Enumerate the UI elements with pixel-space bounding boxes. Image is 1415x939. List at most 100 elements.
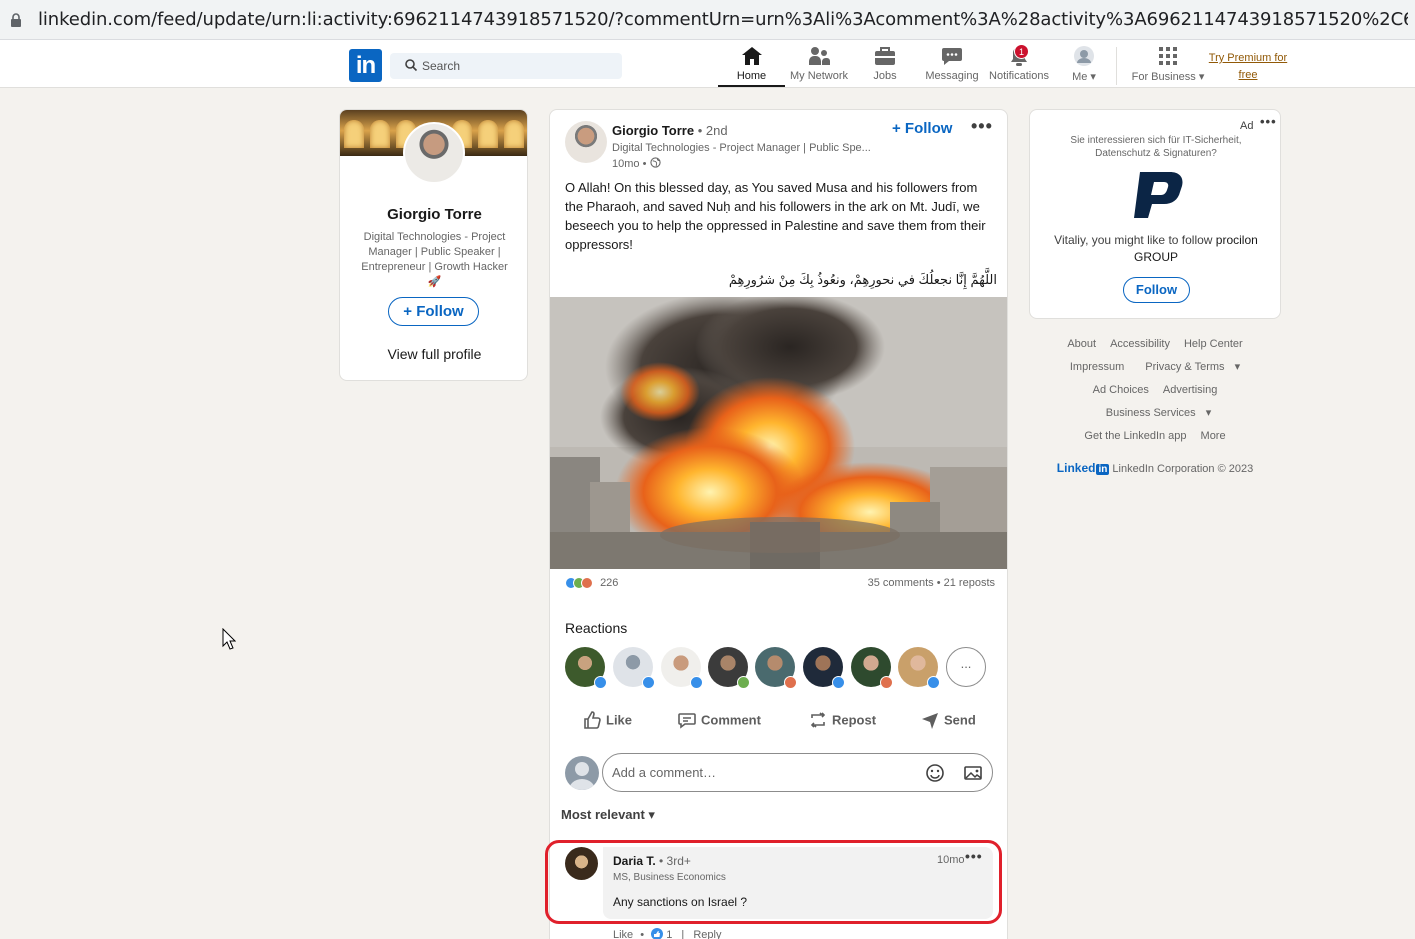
search-bar[interactable] [390, 53, 622, 79]
nav-messaging[interactable]: Messaging [922, 45, 982, 87]
nav-for-business[interactable]: For Business ▾ [1128, 45, 1208, 87]
footer-ad-choices[interactable]: Ad Choices [1093, 384, 1149, 396]
send-icon [922, 713, 938, 729]
footer-business-services[interactable]: Business Services ▾ [1099, 407, 1211, 419]
repost-icon [810, 712, 826, 728]
nav-business-label: For Business ▾ [1131, 71, 1205, 83]
nav-me-label: Me ▾ [1072, 71, 1096, 83]
post-follow-button[interactable]: + Follow [892, 120, 952, 137]
search-icon [405, 59, 418, 72]
nav-notifications[interactable]: 1 Notifications [986, 44, 1052, 87]
ad-follow-button[interactable]: Follow [1123, 277, 1190, 303]
comment-input[interactable] [612, 754, 912, 791]
footer-get-app[interactable]: Get the LinkedIn app [1084, 430, 1186, 442]
reactor-avatar[interactable] [803, 647, 845, 689]
footer-privacy-terms[interactable]: Privacy & Terms ▾ [1138, 361, 1240, 373]
image-icon[interactable] [963, 763, 983, 783]
nav-home[interactable]: Home [718, 45, 785, 87]
current-user-avatar [565, 756, 599, 790]
comments-reposts-count[interactable]: 35 comments • 21 reposts [868, 577, 995, 589]
profile-avatar[interactable] [403, 122, 465, 184]
post-text: O Allah! On this blessed day, as You sav… [565, 180, 986, 252]
user-avatar-icon [1074, 46, 1094, 66]
profile-follow-button[interactable]: + Follow [388, 297, 479, 326]
url-text[interactable]: linkedin.com/feed/update/urn:li:activity… [38, 9, 1408, 30]
search-input[interactable] [422, 53, 617, 79]
browser-url-bar[interactable]: linkedin.com/feed/update/urn:li:activity… [0, 0, 1415, 40]
comment-actions: Like • 1 | Reply [613, 928, 722, 939]
more-reactors-button[interactable]: ... [946, 647, 986, 687]
reaction-count[interactable]: 226 [600, 577, 618, 589]
post-author-avatar[interactable] [565, 121, 607, 163]
footer-advertising[interactable]: Advertising [1163, 384, 1217, 396]
globe-icon [649, 157, 661, 168]
comment-like-count[interactable]: 1 [666, 929, 672, 939]
nav-divider [1116, 47, 1117, 85]
nav-jobs[interactable]: Jobs [864, 45, 906, 87]
briefcase-icon [875, 47, 895, 65]
nav-home-label: Home [736, 70, 767, 82]
ad-question: Sie interessieren sich für IT-Sicherheit… [1070, 135, 1242, 159]
view-full-profile-link[interactable]: View full profile [340, 346, 527, 362]
reactor-avatar[interactable] [898, 647, 940, 689]
thumbs-up-icon [584, 711, 601, 729]
ad-card: Ad ••• Sie interessieren sich für IT-Sic… [1029, 109, 1281, 319]
comment-reply-button[interactable]: Reply [693, 929, 721, 939]
reactor-avatar[interactable] [755, 647, 797, 689]
home-icon [741, 47, 762, 65]
footer-copyright: Linked in LinkedIn Corporation © 2023 [1056, 461, 1254, 475]
footer-impressum[interactable]: Impressum [1070, 361, 1124, 373]
post-author-name[interactable]: Giorgio Torre • 2nd [612, 123, 728, 138]
mouse-cursor-icon [222, 628, 236, 650]
nav-me[interactable]: Me ▾ [1066, 45, 1102, 87]
comment-button[interactable]: Comment [677, 710, 761, 734]
footer-about[interactable]: About [1067, 338, 1096, 350]
post-image[interactable] [550, 297, 1007, 569]
notification-badge: 1 [1014, 44, 1029, 59]
reaction-summary[interactable]: 226 [565, 577, 618, 590]
comment-like-button[interactable]: Like [613, 929, 633, 939]
reactor-avatar[interactable] [565, 647, 607, 689]
post-author-degree: • 2nd [694, 123, 728, 138]
comment-input-box[interactable] [602, 753, 993, 792]
nav-notifications-label: Notifications [989, 70, 1049, 82]
messaging-icon [942, 48, 962, 65]
post-card: Giorgio Torre • 2nd Digital Technologies… [549, 109, 1008, 939]
ad-text: Vitaliy, you might like to follow procil… [1054, 233, 1258, 264]
reactions-heading: Reactions [565, 620, 628, 636]
profile-name[interactable]: Giorgio Torre [340, 206, 527, 223]
network-icon [809, 47, 830, 65]
nav-jobs-label: Jobs [873, 70, 897, 82]
comment-icon [678, 713, 696, 729]
author-profile-card: Giorgio Torre Digital Technologies - Pro… [339, 109, 528, 381]
explosion-photo [550, 297, 1007, 569]
procilon-logo[interactable] [1128, 170, 1184, 220]
post-timestamp: 10mo • [612, 157, 661, 170]
highlighted-comment-outline [545, 840, 1002, 924]
linkedin-logo[interactable]: in [349, 49, 382, 82]
reactor-avatar[interactable] [708, 647, 750, 689]
post-more-icon[interactable]: ••• [971, 116, 993, 137]
nav-network-label: My Network [789, 70, 849, 82]
reactor-avatar[interactable] [613, 647, 655, 689]
profile-headline: Digital Technologies - Project Manager |… [361, 231, 508, 288]
send-button[interactable]: Send [920, 710, 976, 734]
nav-messaging-label: Messaging [925, 70, 979, 82]
sort-comments-dropdown[interactable]: Most relevant ▾ [561, 807, 655, 823]
like-button[interactable]: Like [582, 710, 632, 734]
repost-button[interactable]: Repost [808, 710, 876, 734]
reactor-avatar[interactable] [851, 647, 893, 689]
grid-icon [1159, 47, 1177, 65]
footer-accessibility[interactable]: Accessibility [1110, 338, 1170, 350]
footer-more[interactable]: More [1201, 430, 1226, 442]
nav-my-network[interactable]: My Network [786, 45, 852, 87]
ad-more-icon[interactable]: ••• [1260, 114, 1277, 129]
linkedin-footer-logo: Linked in [1056, 461, 1110, 475]
lock-icon [11, 13, 21, 27]
emoji-icon[interactable] [925, 763, 945, 783]
footer-links: About Accessibility Help Center Impressum P… [1029, 336, 1281, 475]
try-premium-link[interactable]: Try Premium for free [1203, 50, 1293, 84]
footer-help-center[interactable]: Help Center [1184, 338, 1243, 350]
post-arabic-text: اللَّهُمَّ إِنَّا نجعلُكَ في نحورِهِمْ، … [728, 272, 997, 287]
reactor-avatar[interactable] [661, 647, 703, 689]
